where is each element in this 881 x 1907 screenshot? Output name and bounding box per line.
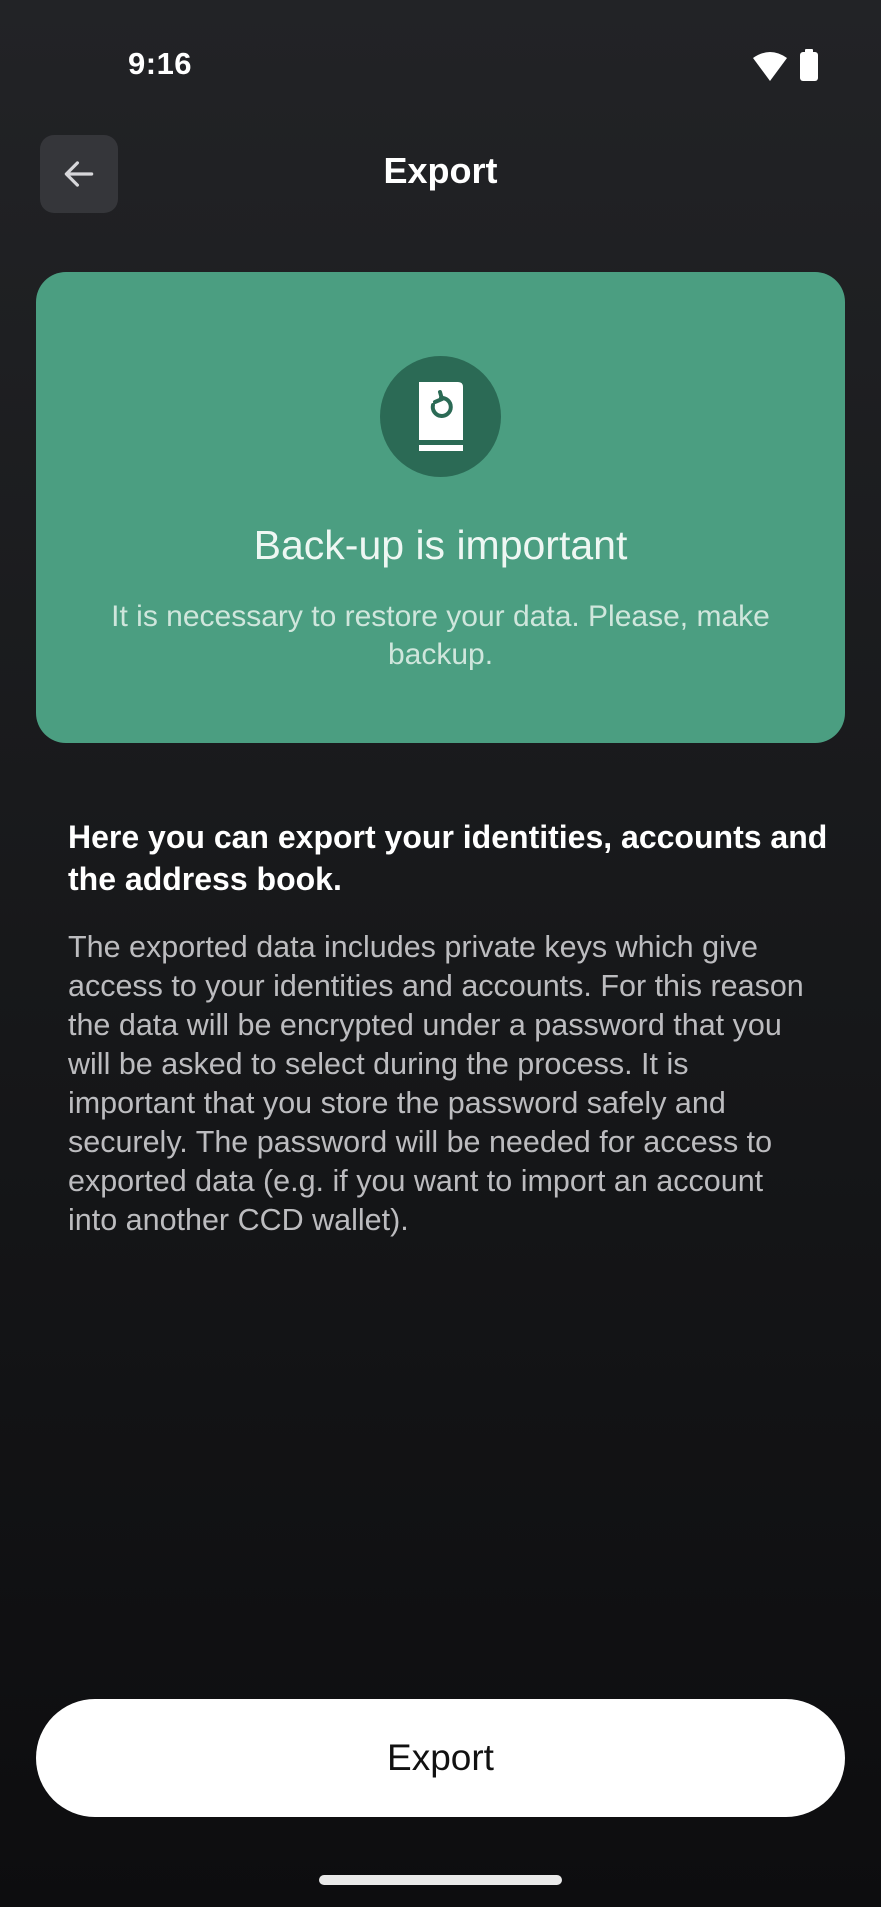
- status-bar: 9:16: [0, 0, 881, 130]
- page-title: Export: [383, 150, 498, 191]
- card-title: Back-up is important: [253, 522, 628, 568]
- card-subtitle: It is necessary to restore your data. Pl…: [111, 600, 770, 671]
- wifi-icon: [753, 52, 787, 81]
- export-heading: Here you can export your identities, acc…: [68, 819, 828, 897]
- status-time: 9:16: [128, 46, 193, 81]
- home-indicator[interactable]: [319, 1875, 562, 1885]
- backup-icon-circle: [380, 356, 501, 477]
- battery-icon: [800, 49, 818, 81]
- backup-book-icon: [418, 381, 463, 451]
- export-button[interactable]: Export: [36, 1699, 845, 1817]
- backup-info-card: Back-up is important It is necessary to …: [36, 272, 845, 743]
- export-description: The exported data includes private keys …: [68, 930, 804, 1237]
